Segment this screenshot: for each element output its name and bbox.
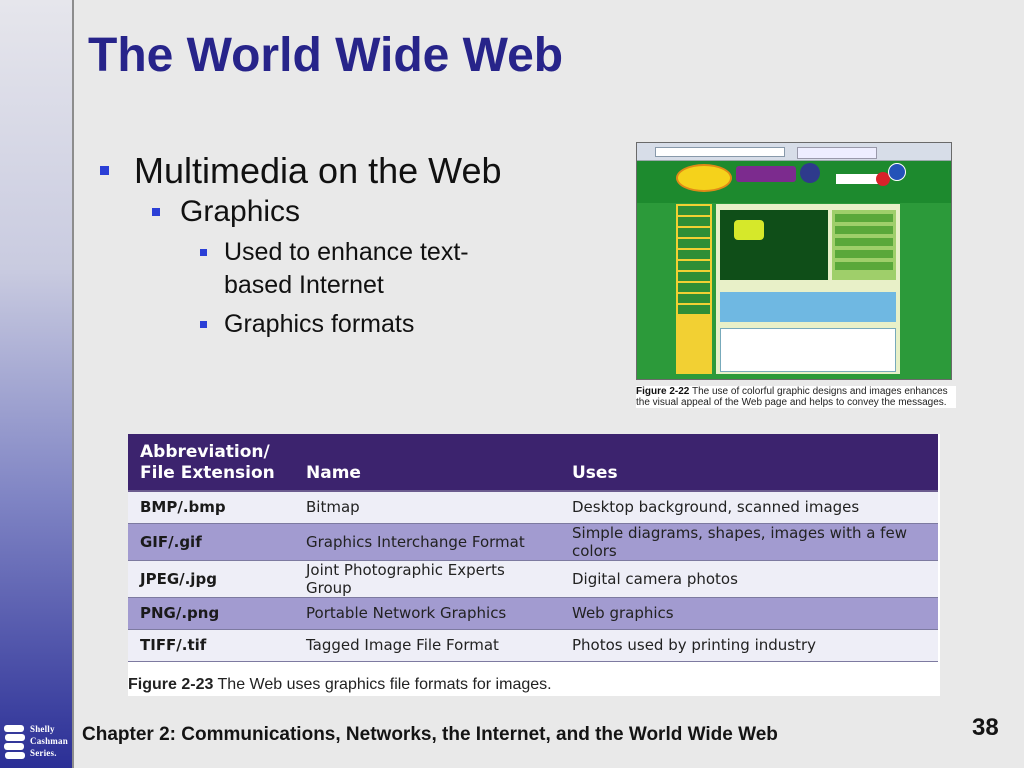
header-abbreviation: Abbreviation/ File Extension [128,434,294,492]
bullet-text-formats: Graphics formats [224,310,415,338]
cell-uses: Web graphics [560,597,938,630]
bullet-text-enhance: Used to enhance text-based Internet [224,238,469,299]
figure-2-22-caption: Figure 2-22 The use of colorful graphic … [636,386,956,408]
browser-tab [797,147,877,159]
graphics-formats-table: Abbreviation/ File Extension Name Uses B… [128,434,940,696]
cell-name: Bitmap [294,491,560,524]
crayola-side-links [832,210,896,280]
cell-uses: Simple diagrams, shapes, images with a f… [560,523,938,561]
figure-2-23-text: The Web uses graphics file formats for i… [217,676,552,693]
bullet-level-3: Graphics formats [96,308,516,341]
address-bar [655,147,785,157]
bullet-square-icon [100,166,109,175]
creativity-video-strip [720,292,896,322]
register-banner [736,166,796,182]
bullet-square-icon [200,321,207,328]
help-icon [888,163,906,181]
bullet-text-graphics: Graphics [180,195,301,228]
cell-abbreviation: BMP/.bmp [128,491,294,524]
crayola-nav-column [676,204,712,374]
cell-name: Tagged Image File Format [294,629,560,662]
bullet-text-multimedia: Multimedia on the Web [134,150,502,191]
cell-uses: Desktop background, scanned images [560,491,938,524]
logo-line-3: Series. [30,748,57,758]
figure-2-23-label: Figure 2-23 [128,676,214,693]
cell-abbreviation: TIFF/.tif [128,629,294,662]
cell-name: Joint Photographic Experts Group [294,560,560,598]
cell-abbreviation: GIF/.gif [128,523,294,561]
table-row: PNG/.png Portable Network Graphics Web g… [128,597,938,630]
cell-abbreviation: JPEG/.jpg [128,560,294,598]
table-row: TIFF/.tif Tagged Image File Format Photo… [128,629,938,662]
bullet-level-3: Used to enhance text-based Internet [96,236,516,302]
table-row: JPEG/.jpg Joint Photographic Experts Gro… [128,560,938,598]
logo-line-2: Cashman [30,736,68,746]
page-number: 38 [972,714,999,741]
figure-2-23-caption: Figure 2-23 The Web uses graphics file f… [128,676,552,694]
header-uses: Uses [560,434,938,492]
table-row: GIF/.gif Graphics Interchange Format Sim… [128,523,938,561]
logo-text: Shelly Cashman Series. [30,723,68,759]
cell-uses: Photos used by printing industry [560,629,938,662]
formats-table: Abbreviation/ File Extension Name Uses B… [128,434,938,662]
login-button-icon [800,163,820,183]
figure-2-22-label: Figure 2-22 [636,386,690,397]
bullet-level-1: Multimedia on the Web [96,150,516,192]
logo-line-1: Shelly [30,724,55,734]
table-row: BMP/.bmp Bitmap Desktop background, scan… [128,491,938,524]
left-sidebar [0,0,72,768]
featured-this-month [720,328,896,372]
bullet-level-2: Graphics [96,194,516,230]
bullet-square-icon [152,208,160,216]
crayola-logo [676,164,732,192]
bullet-list: Multimedia on the Web Graphics Used to e… [96,150,516,341]
cell-name: Portable Network Graphics [294,597,560,630]
bullet-square-icon [200,249,207,256]
header-name: Name [294,434,560,492]
slide-title: The World Wide Web [88,29,564,82]
browser-toolbar [637,143,951,161]
chapter-footer: Chapter 2: Communications, Networks, the… [82,724,778,745]
cell-name: Graphics Interchange Format [294,523,560,561]
cell-uses: Digital camera photos [560,560,938,598]
glow-logo [734,220,764,240]
sidebar-divider [72,0,74,768]
table-header-row: Abbreviation/ File Extension Name Uses [128,434,938,492]
cell-abbreviation: PNG/.png [128,597,294,630]
